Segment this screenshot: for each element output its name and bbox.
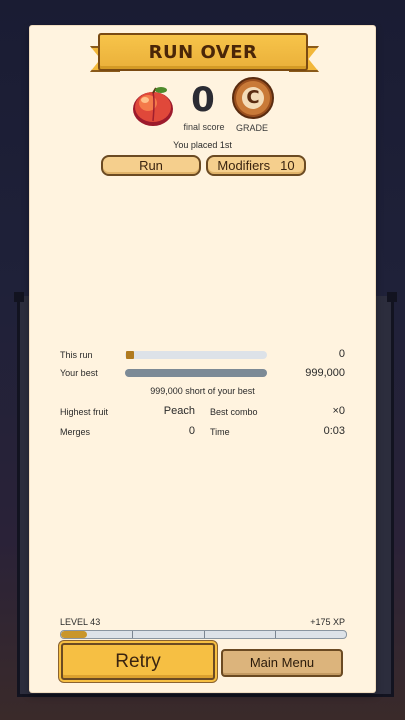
highest-fruit-value: Peach (163, 405, 195, 417)
time-value: 0:03 (323, 425, 345, 437)
this-run-label: This run (60, 350, 93, 360)
this-run-value: 0 (338, 348, 345, 360)
best-combo-label: Best combo (210, 407, 258, 417)
title-banner: RUN OVER (98, 33, 308, 71)
retry-button[interactable]: Retry (61, 643, 215, 680)
placement-text: You placed 1st (173, 140, 232, 150)
merges-label: Merges (60, 427, 91, 437)
best-label: Your best (60, 368, 98, 378)
highest-fruit-label: Highest fruit (60, 407, 109, 417)
xp-tick (274, 631, 276, 638)
level-text: LEVEL 43 (60, 617, 101, 627)
best-value: 999,000 (305, 367, 345, 379)
xp-tick (203, 631, 205, 638)
page-title: RUN OVER (148, 41, 258, 63)
grade-label: GRADE (235, 123, 268, 133)
best-bar (125, 369, 267, 377)
xp-gain-text: +175 XP (310, 617, 345, 627)
this-run-bar (125, 351, 267, 359)
tab-modifiers-count: 10 (280, 158, 295, 173)
tab-modifiers[interactable]: Modifiers 10 (206, 155, 306, 176)
xp-progress-bar (60, 630, 347, 639)
tab-run[interactable]: Run (101, 155, 201, 176)
main-menu-button[interactable]: Main Menu (221, 649, 343, 677)
peach-icon (131, 85, 175, 127)
time-label: Time (210, 427, 230, 437)
grade-badge: C (232, 77, 274, 119)
tab-modifiers-label: Modifiers (217, 158, 271, 173)
merges-value: 0 (188, 425, 195, 437)
short-of-best-text: 999,000 short of your best (150, 386, 255, 396)
xp-tick (132, 631, 134, 638)
best-combo-value: ×0 (332, 405, 345, 417)
this-run-bar-fill (126, 351, 134, 359)
grade-letter: C (242, 87, 264, 109)
final-score-label: final score (183, 122, 225, 132)
xp-progress-fill (61, 631, 87, 638)
best-bar-fill (125, 369, 267, 377)
final-score: 0 (191, 80, 215, 120)
